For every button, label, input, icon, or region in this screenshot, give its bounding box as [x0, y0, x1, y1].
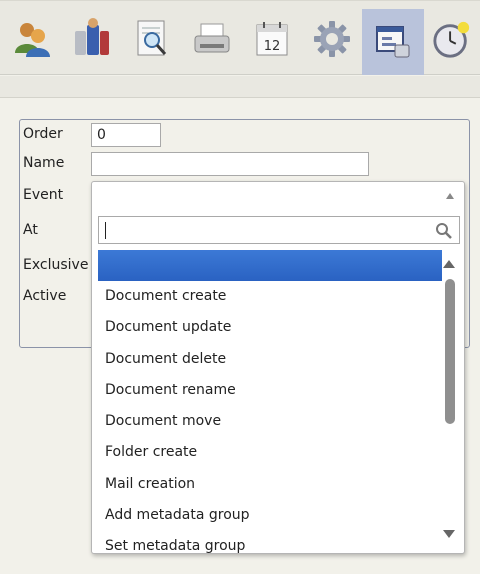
combo-collapse-arrow-icon[interactable] [446, 193, 454, 199]
scanner-button[interactable] [192, 13, 232, 65]
main-toolbar: 12 [0, 0, 480, 75]
calendar-button[interactable]: 12 [252, 13, 292, 65]
users-icon [15, 23, 50, 57]
clock-button[interactable] [432, 13, 472, 65]
calendar-icon: 12 [256, 22, 288, 56]
automation-icon [376, 26, 410, 58]
search-icon [436, 223, 452, 239]
option-document-delete[interactable]: Document delete [98, 344, 442, 375]
exclusive-label: Exclusive [23, 257, 89, 273]
automation-button[interactable] [362, 9, 424, 75]
users-button[interactable] [13, 13, 53, 65]
option-add-metadata-group[interactable]: Add metadata group [98, 500, 442, 531]
search-document-button[interactable] [132, 13, 172, 65]
text-caret [105, 222, 106, 239]
option-document-move[interactable]: Document move [98, 406, 442, 437]
option-empty-selected[interactable] [98, 250, 442, 281]
name-label: Name [23, 155, 65, 171]
scrollbar-thumb[interactable] [445, 279, 455, 424]
scroll-up-arrow-icon[interactable] [443, 260, 455, 268]
option-document-create[interactable]: Document create [98, 281, 442, 312]
event-select[interactable]: Document create Document update Document… [91, 181, 465, 554]
scanner-icon [194, 23, 230, 53]
active-label: Active [23, 288, 67, 304]
calendar-day: 12 [264, 39, 281, 54]
scroll-down-arrow-icon[interactable] [443, 530, 455, 538]
groups-icon [75, 18, 109, 55]
option-set-metadata-group[interactable]: Set metadata group [98, 531, 442, 555]
option-document-rename[interactable]: Document rename [98, 375, 442, 406]
event-search-input[interactable] [98, 216, 460, 244]
name-field[interactable] [91, 152, 369, 176]
option-document-update[interactable]: Document update [98, 312, 442, 343]
event-label: Event [23, 187, 64, 203]
at-label: At [23, 222, 38, 238]
settings-gear-icon [314, 21, 350, 57]
option-mail-creation[interactable]: Mail creation [98, 469, 442, 500]
groups-button[interactable] [72, 13, 112, 65]
order-field[interactable] [91, 123, 161, 147]
settings-button[interactable] [312, 13, 352, 65]
order-label: Order [23, 126, 63, 142]
event-options-list: Document create Document update Document… [98, 250, 442, 555]
sub-toolbar [0, 76, 480, 98]
search-document-icon [137, 20, 167, 56]
clock-icon [433, 21, 470, 58]
option-folder-create[interactable]: Folder create [98, 437, 442, 468]
